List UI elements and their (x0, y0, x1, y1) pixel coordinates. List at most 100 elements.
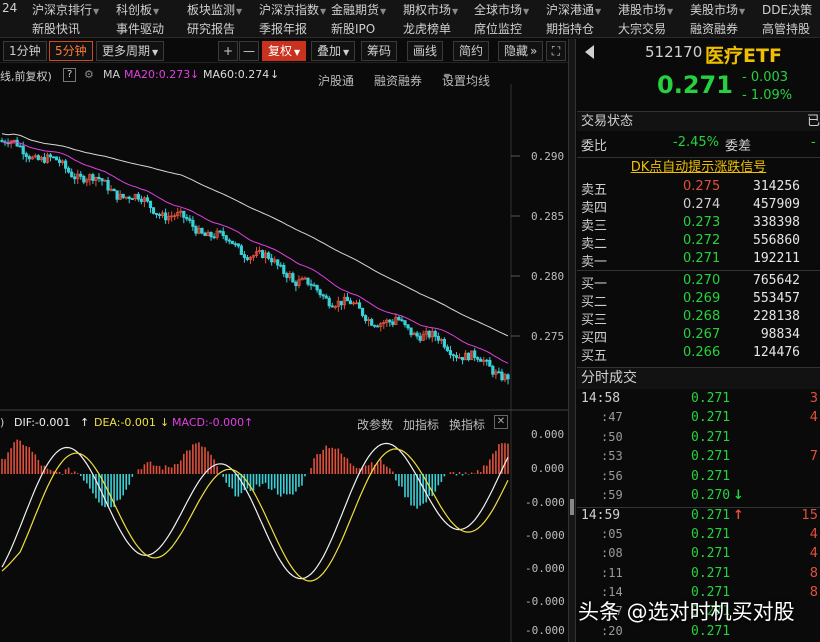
orderbook-row[interactable]: 买四 0.267 98834 (577, 327, 820, 346)
candle-body (182, 210, 186, 218)
trade-volume: 4 (809, 526, 818, 542)
candle-body (51, 156, 56, 159)
candle-body (415, 332, 419, 337)
orderbook-row[interactable]: 卖二 0.272 556860 (577, 233, 820, 252)
candle-body (164, 212, 168, 221)
menu-item[interactable]: 大宗交易 (618, 20, 666, 37)
menu-item[interactable]: 融资融券 (690, 20, 738, 37)
candle-body (460, 356, 465, 361)
menu-item[interactable]: DDE决策 (762, 1, 812, 18)
menu-item[interactable]: 港股市场▼ (618, 1, 673, 18)
kline-chart[interactable] (0, 84, 568, 642)
menu-item[interactable]: 席位监控 (474, 20, 522, 37)
change-params-link[interactable]: 改参数 (357, 416, 393, 433)
dk-signal-link[interactable]: DK点自动提示涨跌信号 (577, 157, 820, 177)
menu-item[interactable]: 沪深港通▼ (546, 1, 601, 18)
candle-body (285, 273, 289, 278)
menu-item[interactable]: 季报年报 (259, 20, 307, 37)
brief-button[interactable]: 简约 (453, 41, 490, 61)
candle-body (276, 259, 280, 266)
chevron-down-icon: ▼ (152, 48, 159, 57)
trade-volume: 4 (809, 546, 818, 562)
switch-indicator-link[interactable]: 换指标 (449, 416, 485, 433)
gear-icon[interactable]: ⚙ (84, 68, 94, 81)
candle-body (203, 232, 207, 237)
macd-header: ) DIF:-0.001 ↑ DEA:-0.001 ↓ MACD:-0.000 … (0, 414, 512, 432)
draw-line-button[interactable]: 画线 (407, 41, 444, 61)
more-period-label: 更多周期 (102, 44, 151, 58)
trade-row: :53 0.271 7 (577, 449, 820, 468)
trade-status-label: 交易状态 (581, 114, 634, 129)
orderbook-row[interactable]: 卖一 0.271 192211 (577, 251, 820, 270)
kline-info-line: 线,前复权) ? ⚙ MA MA20:0.273 ↓ MA60:0.274 ↓ … (0, 64, 510, 88)
trade-volume: 15 (801, 508, 818, 524)
candle-body (67, 167, 71, 173)
menu-item[interactable]: 龙虎榜单 (403, 20, 451, 37)
menu-item[interactable]: 高管持股 (762, 20, 810, 37)
candle-body (360, 307, 365, 316)
trade-time: :05 (601, 526, 623, 541)
watermark: 头条 @选对时机买对股 (578, 600, 795, 624)
chips-button[interactable]: 筹码 (361, 41, 398, 61)
fuquan-dropdown[interactable]: 复权 ▼ (262, 41, 307, 61)
period-5min-button[interactable]: 5分钟 (49, 41, 93, 61)
candle-body (218, 230, 222, 233)
candle-body (200, 227, 204, 234)
candle-body (212, 236, 216, 239)
menu-item[interactable]: 金融期货▼ (331, 1, 386, 18)
orderbook-row[interactable]: 卖五 0.275 314256 (577, 179, 820, 198)
candle-body (36, 155, 40, 161)
candle-body (279, 264, 283, 267)
candle-body (427, 330, 431, 338)
help-icon[interactable]: ? (63, 68, 77, 82)
menu-item[interactable]: 新股快讯 (32, 20, 80, 37)
splitter-grip[interactable] (570, 499, 574, 515)
candle-body (224, 235, 228, 241)
overlay-dropdown[interactable]: 叠加 ▼ (311, 41, 356, 61)
period-1min-button[interactable]: 1分钟 (3, 41, 47, 61)
orderbook-row[interactable]: 买二 0.269 553457 (577, 291, 820, 310)
orderbook-row[interactable]: 买五 0.266 124476 (577, 345, 820, 364)
arrow-down-icon: ↓ (733, 488, 744, 503)
candle-body (436, 335, 440, 341)
menu-item[interactable]: 新股IPO (331, 20, 375, 37)
arrow-down-icon: ↓ (270, 68, 280, 81)
menu-item[interactable]: 24 (2, 1, 17, 15)
menu-item[interactable]: 事件驱动 (116, 20, 164, 37)
menu-item[interactable]: 板块监测▼ (187, 1, 242, 18)
panel-splitter[interactable] (568, 39, 576, 642)
zoom-out-button[interactable]: — (239, 41, 259, 61)
menu-item-label: 金融期货 (331, 3, 380, 17)
menu-item[interactable]: 沪深京指数▼ (259, 1, 326, 18)
menu-item[interactable]: 研究报告 (187, 20, 235, 37)
orderbook-volume: 98834 (760, 327, 800, 342)
price-axis-label: 0.290 (531, 150, 565, 163)
hide-button[interactable]: 隐藏» (498, 41, 544, 61)
trade-row: 14:58 0.271 3 (577, 391, 820, 410)
add-indicator-link[interactable]: 加指标 (403, 416, 439, 433)
orderbook-row[interactable]: 买三 0.268 228138 (577, 309, 820, 328)
orderbook-row[interactable]: 卖三 0.273 338398 (577, 215, 820, 234)
menu-item[interactable]: 美股市场▼ (690, 1, 745, 18)
close-icon[interactable]: ✕ (494, 415, 508, 429)
back-arrow-icon[interactable] (585, 45, 594, 59)
trade-time: :08 (601, 546, 623, 561)
candle-body (363, 315, 368, 321)
orderbook-row[interactable]: 卖四 0.274 457909 (577, 197, 820, 216)
zoom-in-button[interactable]: + (218, 41, 238, 61)
price-axis-label: 0.275 (531, 330, 565, 343)
chevron-down-icon: ▼ (595, 7, 602, 16)
more-period-dropdown[interactable]: 更多周期 ▼ (96, 41, 165, 61)
menu-item[interactable]: 沪深京排行▼ (32, 1, 99, 18)
orderbook-row[interactable]: 买一 0.270 765642 (577, 273, 820, 292)
candle-body (445, 346, 450, 351)
menu-item[interactable]: 科创板▼ (116, 1, 159, 18)
candle-body (321, 294, 325, 297)
candle-body (476, 357, 480, 360)
candle-body (233, 243, 237, 246)
menu-item[interactable]: 期指持仓 (546, 20, 594, 37)
ma-label: MA (103, 68, 121, 81)
fullscreen-icon[interactable]: ⛶ (546, 41, 566, 61)
menu-item[interactable]: 全球市场▼ (474, 1, 529, 18)
menu-item[interactable]: 期权市场▼ (403, 1, 458, 18)
